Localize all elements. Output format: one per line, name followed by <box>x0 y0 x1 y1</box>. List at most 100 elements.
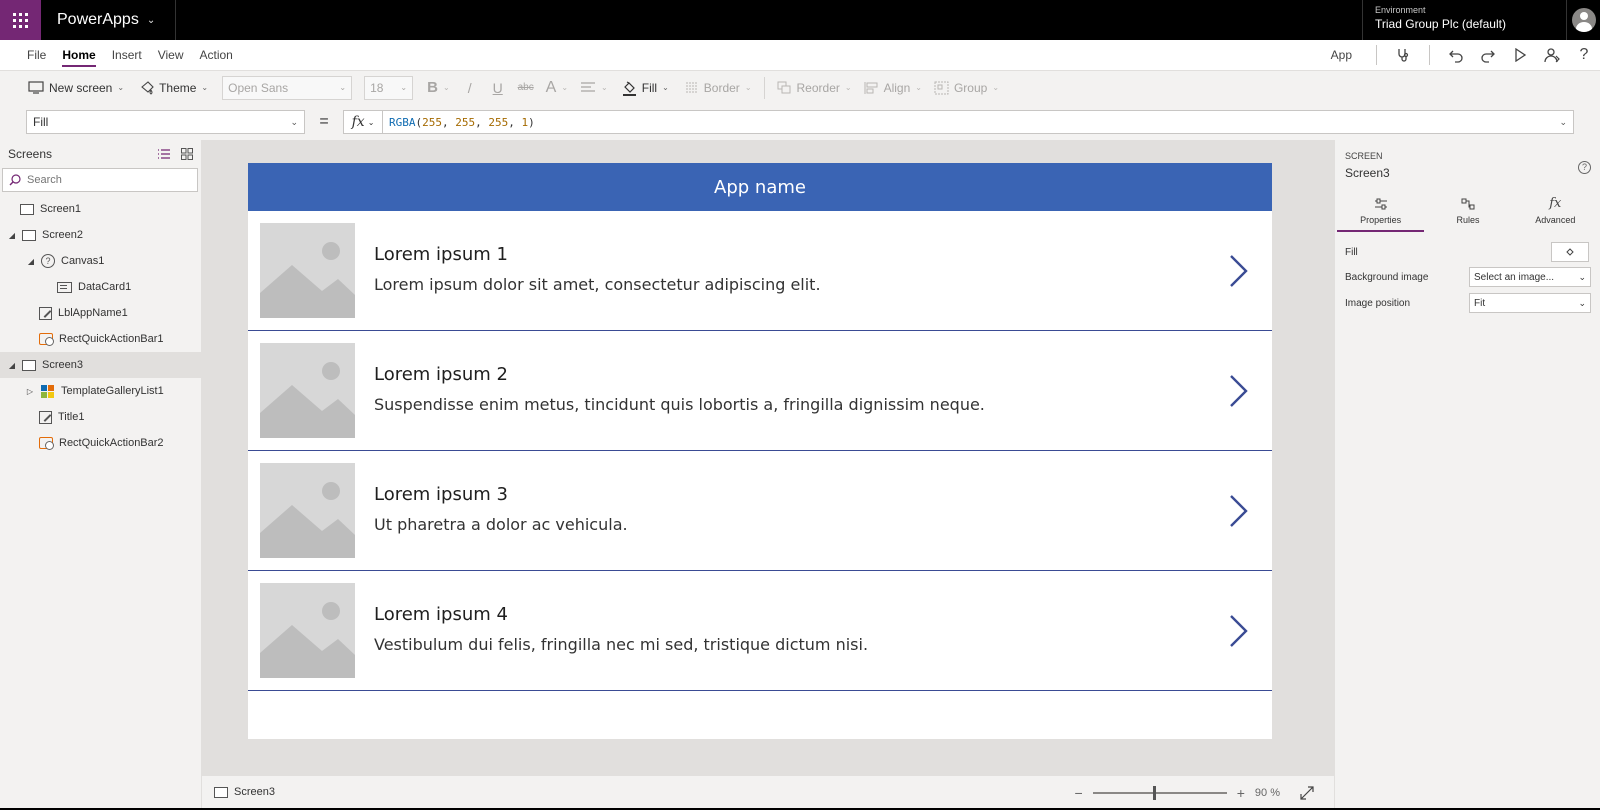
tree-item-rectquickactionbar1[interactable]: RectQuickActionBar1 <box>0 326 201 352</box>
menu-file[interactable]: File <box>19 40 54 70</box>
tree-item-label: TemplateGalleryList1 <box>61 385 164 397</box>
label-edit-icon <box>39 306 52 320</box>
expanded-triangle-icon[interactable]: ◢ <box>7 231 17 240</box>
expanded-triangle-icon[interactable]: ◢ <box>26 257 36 266</box>
fit-to-window-icon[interactable] <box>1300 785 1314 800</box>
tree-item-datacard1[interactable]: DataCard1 <box>0 274 201 300</box>
menu-action[interactable]: Action <box>192 40 241 70</box>
app-header[interactable]: App name <box>248 163 1272 211</box>
zoom-slider[interactable] <box>1092 785 1227 800</box>
grid-view-icon[interactable] <box>181 148 193 160</box>
reorder-button[interactable]: Reorder ⌄ <box>771 74 858 102</box>
undo-icon[interactable] <box>1440 40 1472 70</box>
image-placeholder <box>260 583 355 678</box>
help-icon[interactable]: ? <box>1568 40 1600 70</box>
background-image-dropdown[interactable]: Select an image... ⌄ <box>1469 267 1591 287</box>
fill-label: Fill <box>641 80 658 95</box>
align-label: Align <box>883 80 911 95</box>
tree-item-screen1[interactable]: Screen1 <box>0 196 201 222</box>
selected-control-name[interactable]: Screen3 <box>1345 166 1600 180</box>
item-subtitle: Suspendisse enim metus, tincidunt quis l… <box>374 395 985 414</box>
item-title: Lorem ipsum 1 <box>374 244 508 265</box>
new-screen-button[interactable]: New screen ⌄ <box>22 74 130 102</box>
strikethrough-button[interactable]: abc <box>512 74 540 102</box>
tab-rules[interactable]: Rules <box>1424 190 1511 232</box>
chevron-right-icon[interactable] <box>1228 494 1250 528</box>
gallery-item[interactable]: Lorem ipsum 3 Ut pharetra a dolor ac veh… <box>248 451 1272 571</box>
image-position-dropdown[interactable]: Fit ⌄ <box>1469 293 1591 313</box>
search-input[interactable] <box>27 174 177 186</box>
item-title: Lorem ipsum 2 <box>374 364 508 385</box>
help-icon[interactable]: ? <box>1578 161 1591 174</box>
formula-g: 255 <box>455 115 476 129</box>
zoom-out-button[interactable]: − <box>1075 785 1083 801</box>
fill-color-picker[interactable] <box>1551 242 1589 262</box>
zoom-in-button[interactable]: + <box>1237 785 1245 801</box>
tree-item-rectquickactionbar2[interactable]: RectQuickActionBar2 <box>0 430 201 456</box>
gallery-item[interactable]: Lorem ipsum 4 Vestibulum dui felis, frin… <box>248 571 1272 691</box>
expand-formula-icon[interactable]: ⌄ <box>1559 117 1567 128</box>
tree-item-screen3[interactable]: ◢ Screen3 <box>0 352 201 378</box>
tree-search-box[interactable] <box>2 168 198 192</box>
align-button[interactable]: Align ⌄ <box>858 74 928 102</box>
preview-play-icon[interactable] <box>1504 40 1536 70</box>
app-name-menu[interactable]: PowerApps ⌄ <box>57 11 155 29</box>
menu-bar: File Home Insert View Action App ? <box>0 40 1600 70</box>
app-checker-icon[interactable] <box>1387 40 1419 70</box>
tree-item-templategallerylist1[interactable]: ▷ TemplateGalleryList1 <box>0 378 201 404</box>
chevron-right-icon[interactable] <box>1228 614 1250 648</box>
zoom-slider-thumb[interactable] <box>1152 785 1156 800</box>
tree-item-canvas1[interactable]: ◢ ? Canvas1 <box>0 248 201 274</box>
italic-button[interactable]: / <box>456 74 484 102</box>
share-user-icon[interactable] <box>1536 40 1568 70</box>
tree-item-title1[interactable]: Title1 <box>0 404 201 430</box>
formula-input[interactable]: RGBA(255, 255, 255, 1) ⌄ <box>383 110 1574 134</box>
font-size-value: 18 <box>370 80 384 95</box>
chevron-down-icon: ⌄ <box>400 83 408 92</box>
border-button[interactable]: Border ⌄ <box>679 74 758 102</box>
app-launcher-button[interactable] <box>0 0 41 40</box>
menu-actions: App ? <box>1331 40 1600 70</box>
chevron-down-icon: ⌄ <box>561 83 569 92</box>
tab-advanced[interactable]: fx Advanced <box>1512 190 1599 232</box>
property-dropdown[interactable]: Fill ⌄ <box>26 110 305 134</box>
font-family-select[interactable]: Open Sans ⌄ <box>222 75 353 100</box>
list-view-icon[interactable] <box>157 148 171 160</box>
tree-item-lblappname1[interactable]: LblAppName1 <box>0 300 201 326</box>
chevron-right-icon[interactable] <box>1228 374 1250 408</box>
tree-item-screen2[interactable]: ◢ Screen2 <box>0 222 201 248</box>
gallery-item[interactable]: Lorem ipsum 1 Lorem ipsum dolor sit amet… <box>248 211 1272 331</box>
chevron-down-icon: ⌄ <box>915 83 922 92</box>
chevron-down-icon: ⌄ <box>662 83 669 92</box>
menu-insert[interactable]: Insert <box>104 40 150 70</box>
bold-button[interactable]: B ⌄ <box>421 74 456 102</box>
group-icon <box>934 81 949 94</box>
fill-button[interactable]: Fill ⌄ <box>616 74 675 102</box>
environment-picker[interactable]: Environment Triad Group Plc (default) <box>1362 0 1562 40</box>
theme-button[interactable]: Theme ⌄ <box>134 74 214 102</box>
fx-icon: fx <box>351 114 365 130</box>
tab-properties[interactable]: Properties <box>1337 190 1425 232</box>
formula-close-paren: ) <box>528 115 535 129</box>
underline-button[interactable]: U <box>484 74 512 102</box>
gallery-item[interactable]: Lorem ipsum 2 Suspendisse enim metus, ti… <box>248 331 1272 451</box>
redo-icon[interactable] <box>1472 40 1504 70</box>
image-placeholder-icon <box>260 223 355 318</box>
menu-view[interactable]: View <box>150 40 192 70</box>
app-settings-button[interactable]: App <box>1331 48 1352 62</box>
text-align-button[interactable]: ⌄ <box>574 74 614 102</box>
font-color-button[interactable]: A ⌄ <box>540 74 574 102</box>
expanded-triangle-icon[interactable]: ◢ <box>7 361 17 370</box>
chevron-right-icon[interactable] <box>1228 254 1250 288</box>
equals-sign: = <box>319 113 329 130</box>
screen-icon <box>20 203 34 215</box>
group-button[interactable]: Group ⌄ <box>928 74 1005 102</box>
tree-list: Screen1 ◢ Screen2 ◢ ? Canvas1 DataCard1 … <box>0 196 201 456</box>
current-screen-indicator[interactable]: Screen3 <box>214 786 275 798</box>
account-button[interactable] <box>1566 0 1600 40</box>
menu-home[interactable]: Home <box>54 40 103 70</box>
collapsed-triangle-icon[interactable]: ▷ <box>25 387 35 396</box>
fx-button[interactable]: fx ⌄ <box>343 110 383 134</box>
app-screen-preview[interactable]: App name Lorem ipsum 1 Lorem ipsum dolor… <box>248 163 1272 739</box>
font-size-select[interactable]: 18 ⌄ <box>364 75 414 100</box>
